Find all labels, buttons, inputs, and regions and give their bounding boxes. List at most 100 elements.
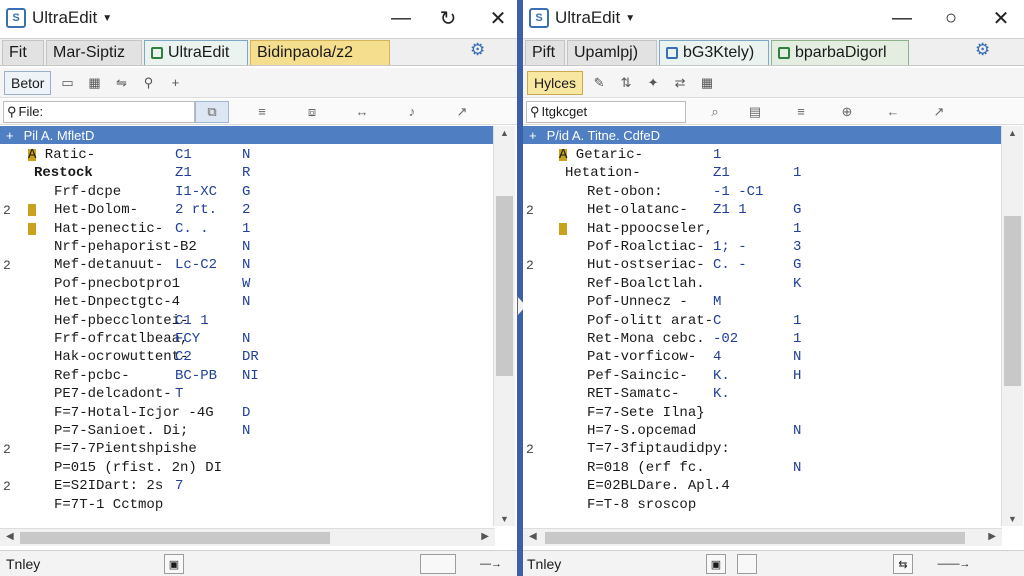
- list-item[interactable]: Het-Dnpectgtc-4 N: [0, 293, 497, 311]
- copy-view-icon[interactable]: ⧉: [195, 100, 229, 123]
- left-scroll-thumb[interactable]: [496, 196, 513, 376]
- left-vertical-scrollbar[interactable]: ▲ ▼: [493, 126, 515, 526]
- maximize-button[interactable]: ○: [925, 0, 977, 36]
- file-filter-input[interactable]: ⚲ File:: [3, 100, 195, 123]
- list-item[interactable]: 2 Het-olatanc- Z1 1 G: [523, 201, 1004, 219]
- status-image-icon[interactable]: ▣: [706, 554, 726, 574]
- list-item[interactable]: Nrf-pehaporist-B2 N: [0, 238, 497, 256]
- list-item[interactable]: F=7T-1 Cctmop: [0, 496, 497, 514]
- status-box[interactable]: [737, 554, 757, 574]
- list-item[interactable]: Hat-penectic- C. . 1: [0, 220, 497, 238]
- left-hscroll-thumb[interactable]: [20, 532, 330, 544]
- list-item[interactable]: P=7-Sanioet. Di; N: [0, 422, 497, 440]
- list-item[interactable]: Pof-Unnecz - M: [523, 293, 1004, 311]
- settings-gear-icon[interactable]: ⚙: [470, 40, 485, 60]
- status-sync-icon[interactable]: ⇆: [893, 554, 913, 574]
- expand-group-icon[interactable]: +: [529, 128, 537, 143]
- list-item[interactable]: Ref-Boalctlah. K: [523, 275, 1004, 293]
- status-image-icon[interactable]: ▣: [164, 554, 184, 574]
- list-item[interactable]: 2 Hut-ostseriac- C. - G: [523, 256, 1004, 274]
- tile-icon[interactable]: ⧈: [295, 101, 329, 123]
- scroll-down-icon[interactable]: ▼: [1002, 514, 1023, 524]
- list-item[interactable]: Ret-Mona cebc. -02 1: [523, 330, 1004, 348]
- list-item[interactable]: P=015 (rfist. 2n) DI: [0, 459, 497, 477]
- list-item[interactable]: Hak-ocrowuttent- C2 DR: [0, 348, 497, 366]
- left-group-header[interactable]: + Pil A. MfletD: [0, 126, 493, 144]
- tab-ultraedit[interactable]: UltraEdit: [144, 40, 248, 65]
- scroll-up-icon[interactable]: ▲: [494, 128, 515, 138]
- list-item[interactable]: F=7-Hotal-Icjor -4G D: [0, 404, 497, 422]
- table-icon[interactable]: ▤: [738, 101, 772, 123]
- align-icon[interactable]: ≡: [784, 101, 818, 123]
- link-icon[interactable]: ⇋: [110, 72, 132, 94]
- list-item[interactable]: Restock Z1 R: [0, 164, 497, 182]
- arrow-left-icon[interactable]: ←: [876, 101, 910, 123]
- tab-mar-siptiz[interactable]: Mar-Siptiz: [46, 40, 142, 65]
- tab-file[interactable]: Fit: [2, 40, 44, 65]
- align-icon[interactable]: ≡: [245, 101, 279, 123]
- scroll-up-icon[interactable]: ▲: [1002, 128, 1023, 138]
- tool-icon[interactable]: ⚲: [137, 72, 159, 94]
- scroll-left-icon[interactable]: ◀: [6, 531, 14, 542]
- minimize-button[interactable]: —: [375, 0, 427, 36]
- right-group-header[interactable]: + P/id A. Titne. CdfeD: [523, 126, 1001, 144]
- list-item[interactable]: R=018 (erf fc. N: [523, 459, 1004, 477]
- title-dropdown-icon[interactable]: ▼: [102, 13, 112, 24]
- list-item[interactable]: 2 E=S2IDart: 2s 7: [0, 477, 497, 495]
- list-item[interactable]: E=02BLDare. Apl.4: [523, 477, 1004, 495]
- list-item[interactable]: F=7-Sete Ilna}: [523, 404, 1004, 422]
- tab-bg3ktely[interactable]: bG3Ktely): [659, 40, 769, 65]
- minimize-button[interactable]: —: [876, 0, 928, 36]
- tab-pift[interactable]: Pift: [525, 40, 565, 65]
- settings-gear-icon[interactable]: ⚙: [975, 40, 990, 60]
- list-item[interactable]: Frf-dcpe I1-XC G: [0, 183, 497, 201]
- list-item[interactable]: Hetation- Z1 1: [523, 164, 1004, 182]
- refresh-button[interactable]: ↻: [422, 0, 474, 36]
- list-item[interactable]: A Getaric- 1: [523, 146, 1004, 164]
- status-slider-icon[interactable]: —→: [470, 554, 512, 574]
- scroll-left-icon[interactable]: ◀: [529, 531, 537, 542]
- sort-icon[interactable]: ⇅: [615, 72, 637, 94]
- title-dropdown-icon[interactable]: ▼: [625, 13, 635, 24]
- close-button[interactable]: ✕: [975, 0, 1024, 36]
- list-item[interactable]: Pof-pnecbotpro1 W: [0, 275, 497, 293]
- list-item[interactable]: Ret-obon: -1 -C1: [523, 183, 1004, 201]
- list-item[interactable]: 2 T=7-3fiptaudidpy:: [523, 440, 1004, 458]
- scroll-down-icon[interactable]: ▼: [494, 514, 515, 524]
- list-item[interactable]: 2 F=7-7Pientshpishe: [0, 440, 497, 458]
- list-item[interactable]: Pat-vorficow- 4 N: [523, 348, 1004, 366]
- right-horizontal-scrollbar[interactable]: ◀ ▶: [523, 528, 1002, 546]
- list-item[interactable]: 2 Het-Dolom- 2 rt. 2: [0, 201, 497, 219]
- status-box[interactable]: [420, 554, 456, 574]
- list-item[interactable]: 2 Mef-detanuut- Lc-C2 N: [0, 256, 497, 274]
- list-item[interactable]: A Ratic- C1 N: [0, 146, 497, 164]
- edit-icon[interactable]: ✎: [588, 72, 610, 94]
- list-item[interactable]: Pef-Saincic- K. H: [523, 367, 1004, 385]
- close-button[interactable]: ✕: [472, 0, 517, 36]
- search-doc-icon[interactable]: ⌕: [698, 101, 732, 123]
- right-hscroll-thumb[interactable]: [545, 532, 965, 544]
- swap-icon[interactable]: ⇄: [669, 72, 691, 94]
- list-item[interactable]: F=T-8 sroscop: [523, 496, 1004, 514]
- tab-bparbadigorl[interactable]: bparbaDigorl: [771, 40, 909, 65]
- left-horizontal-scrollbar[interactable]: ◀ ▶: [0, 528, 495, 546]
- grid-icon[interactable]: ▦: [83, 72, 105, 94]
- list-item[interactable]: H=7-S.opcemad N: [523, 422, 1004, 440]
- note-icon[interactable]: ♪: [395, 101, 429, 123]
- item-filter-input[interactable]: ⚲ Itgkcget: [526, 100, 686, 123]
- status-slider-icon[interactable]: ——→: [919, 554, 989, 574]
- scroll-right-icon[interactable]: ▶: [988, 531, 996, 542]
- list-item[interactable]: Frf-ofrcatlbeaa, FCY N: [0, 330, 497, 348]
- magic-icon[interactable]: ✦: [642, 72, 664, 94]
- tab-upamlpj[interactable]: Upamlpj): [567, 40, 657, 65]
- right-scroll-thumb[interactable]: [1004, 216, 1021, 386]
- toolbar-hylces-button[interactable]: Hylces: [527, 70, 584, 95]
- list-item[interactable]: Hef-pbecclontei- C1 1: [0, 312, 497, 330]
- list-item[interactable]: Pof-olitt arat- C 1: [523, 312, 1004, 330]
- new-file-icon[interactable]: ▭: [56, 72, 78, 94]
- expand-group-icon[interactable]: +: [6, 128, 14, 143]
- list-item[interactable]: Ref-pcbc- BC-PB NI: [0, 367, 497, 385]
- arrow-up-icon[interactable]: ↗: [922, 101, 956, 123]
- expand-icon[interactable]: ↔: [345, 101, 379, 123]
- grid-icon[interactable]: ▦: [696, 72, 718, 94]
